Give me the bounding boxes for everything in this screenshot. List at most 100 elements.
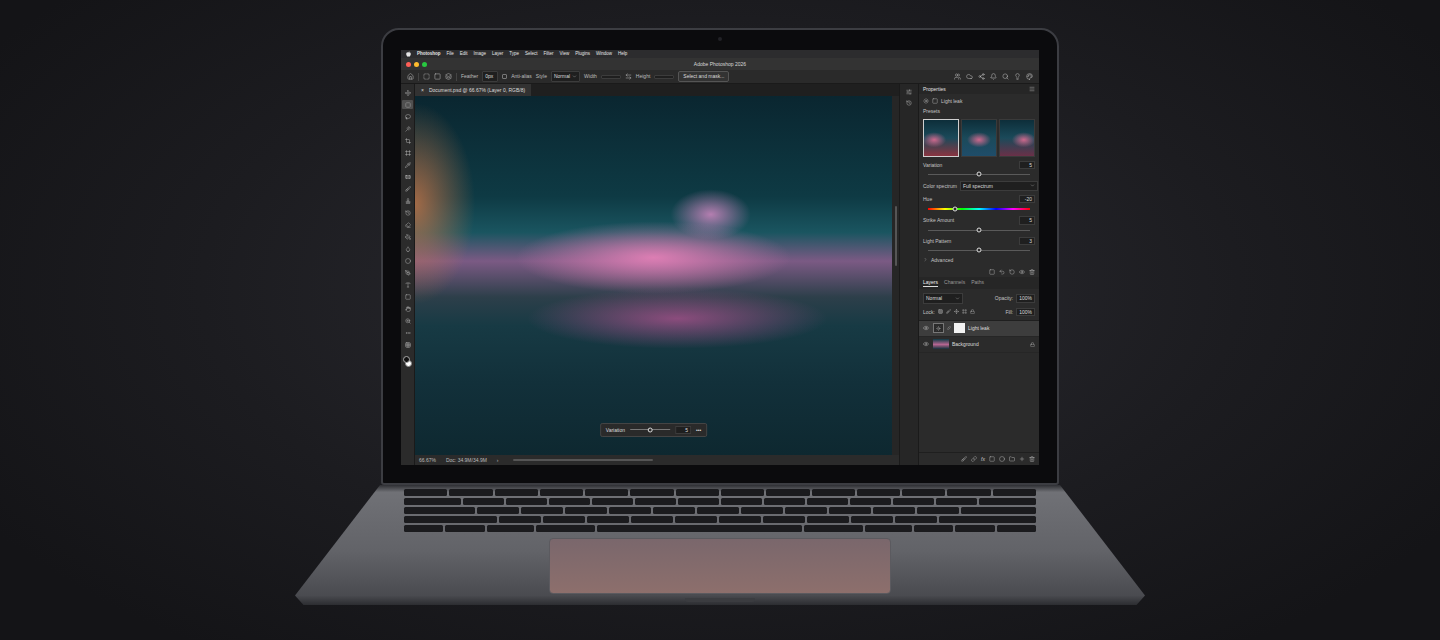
advanced-row[interactable]: Advanced [923,257,1035,263]
key[interactable] [785,507,827,514]
key[interactable] [697,507,739,514]
control-value[interactable]: -20 [1019,195,1035,203]
menu-item[interactable]: Filter [544,51,554,57]
marquee-icon[interactable] [423,73,430,80]
key[interactable] [807,516,849,523]
slider-knob[interactable] [648,427,653,432]
tool-button[interactable] [402,328,413,337]
vertical-scrollbar[interactable] [892,96,899,455]
key[interactable] [807,498,848,505]
lock-artboard-icon[interactable] [962,309,967,314]
key[interactable] [851,516,893,523]
spectrum-dropdown[interactable]: Full spectrum [960,181,1038,191]
dodge-icon[interactable] [405,258,411,264]
width-field[interactable] [601,75,621,79]
tool-button[interactable] [402,88,413,97]
tool-button[interactable] [402,304,413,313]
chevron-down-icon[interactable] [955,296,960,301]
key[interactable] [721,498,762,505]
menu-item[interactable]: Photoshop [417,51,441,57]
key[interactable] [955,525,994,532]
tool-button[interactable] [402,280,413,289]
contextual-more[interactable]: ••• [696,427,701,433]
key[interactable] [487,525,534,532]
tool-button[interactable] [402,232,413,241]
tool-button[interactable] [402,196,413,205]
history-icon[interactable] [906,100,912,106]
tool-button[interactable] [402,160,413,169]
key[interactable] [829,507,871,514]
contextual-value[interactable]: 5 [675,426,691,434]
close-button[interactable] [406,62,411,67]
new-layer-icon[interactable] [1019,456,1025,462]
lock-pixels-icon[interactable] [946,309,951,314]
menu-item[interactable]: Window [596,51,612,57]
key[interactable] [676,489,719,496]
menu-item[interactable]: Select [525,51,538,57]
contextual-slider[interactable] [630,429,670,430]
key[interactable] [979,498,1036,505]
slider-track[interactable] [928,250,1030,251]
key[interactable] [565,507,607,514]
key[interactable] [495,489,538,496]
select-and-mask-button[interactable]: Select and mask... [678,71,729,81]
opacity-field[interactable]: 100% [1016,294,1035,302]
lock-all-icon[interactable] [970,309,975,314]
key[interactable] [857,489,900,496]
search-icon[interactable] [1002,73,1009,80]
lock-icon[interactable] [1030,342,1035,347]
panel-menu-icon[interactable] [1029,86,1035,92]
key[interactable] [678,498,719,505]
key[interactable] [597,525,802,532]
key[interactable] [764,498,805,505]
scroll-thumb[interactable] [895,206,897,266]
clip-icon[interactable] [989,269,995,275]
zoom-button[interactable] [422,62,427,67]
tab-close[interactable]: × [421,87,424,93]
key[interactable] [902,489,945,496]
key[interactable] [635,498,676,505]
panel-tab[interactable]: Paths [971,279,984,287]
tool-button[interactable] [402,112,413,121]
key[interactable] [741,507,783,514]
eye-icon[interactable] [923,325,929,331]
key[interactable] [675,516,717,523]
eraser-icon[interactable] [405,222,411,228]
key[interactable] [536,525,595,532]
tool-button[interactable] [402,208,413,217]
more-tools-icon[interactable] [405,330,411,336]
crop-icon[interactable] [405,138,411,144]
key[interactable] [404,525,443,532]
adjustment-icon[interactable] [923,98,929,104]
key[interactable] [404,507,475,514]
key[interactable] [404,498,461,505]
preset-thumbnail[interactable] [999,119,1035,157]
healing-icon[interactable] [405,174,411,180]
key[interactable] [936,498,977,505]
key[interactable] [895,516,937,523]
chevron-down-icon[interactable] [572,74,577,79]
control-value[interactable]: 5 [1019,161,1035,169]
tool-button[interactable] [402,292,413,301]
visibility-icon[interactable] [1019,269,1025,275]
eyedropper-icon[interactable] [405,162,411,168]
preset-thumbnail[interactable] [923,119,959,157]
minimize-button[interactable] [414,62,419,67]
key[interactable] [766,489,809,496]
edit-toolbar-icon[interactable] [405,342,411,348]
reset-icon[interactable] [1009,269,1015,275]
delete-layer-icon[interactable] [1029,456,1035,462]
new-selection-icon[interactable] [434,73,441,80]
key[interactable] [917,507,959,514]
menu-item[interactable]: Type [509,51,519,57]
slider-knob[interactable] [977,248,982,253]
menu-item[interactable]: Edit [460,51,468,57]
tool-button[interactable] [402,316,413,325]
tool-button[interactable] [402,268,413,277]
style-dropdown[interactable]: Normal [551,71,580,81]
height-field[interactable] [654,75,674,79]
magic-wand-icon[interactable] [405,126,411,132]
menu-item[interactable]: Plugins [575,51,590,57]
menu-item[interactable]: File [447,51,454,57]
tool-button[interactable] [402,256,413,265]
